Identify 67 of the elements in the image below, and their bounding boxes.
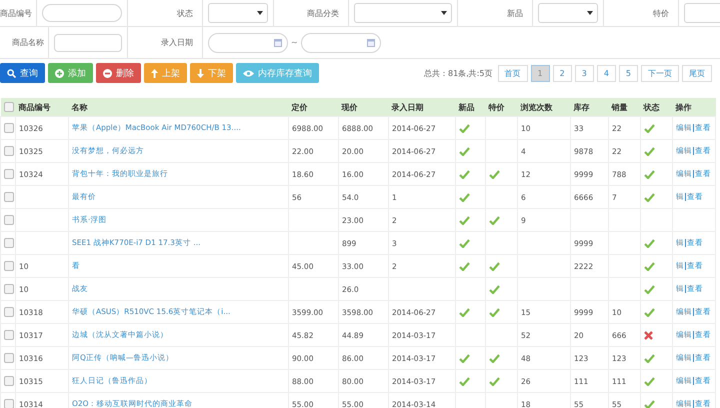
text-field[interactable] bbox=[42, 4, 122, 22]
date-field[interactable] bbox=[208, 32, 288, 52]
checkbox[interactable] bbox=[4, 238, 14, 248]
page-button[interactable]: 1 bbox=[530, 64, 550, 82]
toolbar-button[interactable]: 内存库存查询 bbox=[236, 63, 319, 83]
toolbar-button[interactable]: 添加 bbox=[48, 63, 93, 83]
select-field[interactable] bbox=[354, 3, 452, 23]
column-header: 销量 bbox=[612, 102, 628, 112]
column-header: 录入日期 bbox=[392, 102, 424, 112]
calendar-icon bbox=[274, 38, 282, 46]
field-label: 新品 bbox=[506, 8, 524, 18]
checkbox[interactable] bbox=[4, 330, 14, 340]
select-field[interactable] bbox=[208, 3, 268, 23]
dropdown-arrow-icon bbox=[587, 11, 593, 15]
column-header: 特价 bbox=[488, 102, 504, 112]
range-separator: ~ bbox=[291, 38, 298, 47]
page-button[interactable]: 下一页 bbox=[641, 64, 679, 82]
toolbar-button[interactable]: 下架 bbox=[190, 63, 233, 83]
checkbox[interactable] bbox=[4, 353, 14, 363]
checkbox[interactable] bbox=[4, 376, 14, 386]
calendar-icon bbox=[366, 38, 375, 46]
toolbar-button[interactable]: 上架 bbox=[144, 63, 187, 83]
minus-circle-icon bbox=[103, 68, 112, 78]
eye-icon bbox=[243, 70, 254, 76]
checkbox[interactable] bbox=[4, 169, 14, 179]
page-button[interactable]: 5 bbox=[618, 64, 638, 82]
column-header: 浏览次数 bbox=[520, 102, 552, 112]
column-header: 商品编号 bbox=[18, 102, 50, 112]
search-icon bbox=[7, 68, 16, 78]
page-button[interactable]: 2 bbox=[552, 64, 572, 82]
text-field[interactable] bbox=[54, 34, 122, 52]
checkbox[interactable] bbox=[4, 399, 14, 408]
column-header: 现价 bbox=[342, 102, 358, 112]
field-label: 商品分类 bbox=[306, 8, 340, 18]
arrow-up-icon bbox=[151, 68, 158, 78]
checkbox[interactable] bbox=[4, 146, 14, 156]
dropdown-arrow-icon bbox=[441, 11, 447, 15]
page-button[interactable]: 首页 bbox=[498, 64, 528, 82]
page-button[interactable]: 3 bbox=[574, 64, 594, 82]
checkbox[interactable] bbox=[4, 261, 14, 271]
column-header: 定价 bbox=[292, 102, 308, 112]
arrow-down-icon bbox=[197, 68, 204, 78]
page-button[interactable]: 尾页 bbox=[682, 64, 712, 82]
checkbox[interactable] bbox=[4, 192, 14, 202]
date-field[interactable] bbox=[300, 32, 381, 52]
plus-circle-icon bbox=[55, 68, 64, 78]
field-label: 特价 bbox=[652, 8, 670, 18]
column-header: 状态 bbox=[644, 102, 660, 112]
field-label: 录入日期 bbox=[160, 37, 194, 48]
checkbox[interactable] bbox=[4, 123, 14, 133]
field-label: 商品编号 bbox=[0, 8, 33, 18]
select-field[interactable] bbox=[538, 3, 598, 23]
field-label: 状态 bbox=[176, 8, 194, 18]
toolbar-button[interactable]: 删除 bbox=[96, 63, 141, 83]
field-label: 商品名称 bbox=[11, 37, 45, 48]
checkbox[interactable] bbox=[4, 284, 14, 294]
checkbox[interactable] bbox=[4, 215, 14, 225]
toolbar-button[interactable]: 查询 bbox=[0, 63, 45, 83]
checkbox[interactable] bbox=[4, 307, 14, 317]
column-header: 库存 bbox=[574, 102, 590, 112]
checkbox[interactable] bbox=[4, 102, 14, 112]
page-button[interactable]: 4 bbox=[596, 64, 616, 82]
column-header: 操作 bbox=[676, 102, 692, 112]
column-header: 新品 bbox=[458, 102, 474, 112]
total-count: 总共：81条,共:5页 bbox=[424, 68, 493, 78]
column-header: 名称 bbox=[72, 102, 88, 112]
dropdown-arrow-icon bbox=[257, 11, 263, 15]
